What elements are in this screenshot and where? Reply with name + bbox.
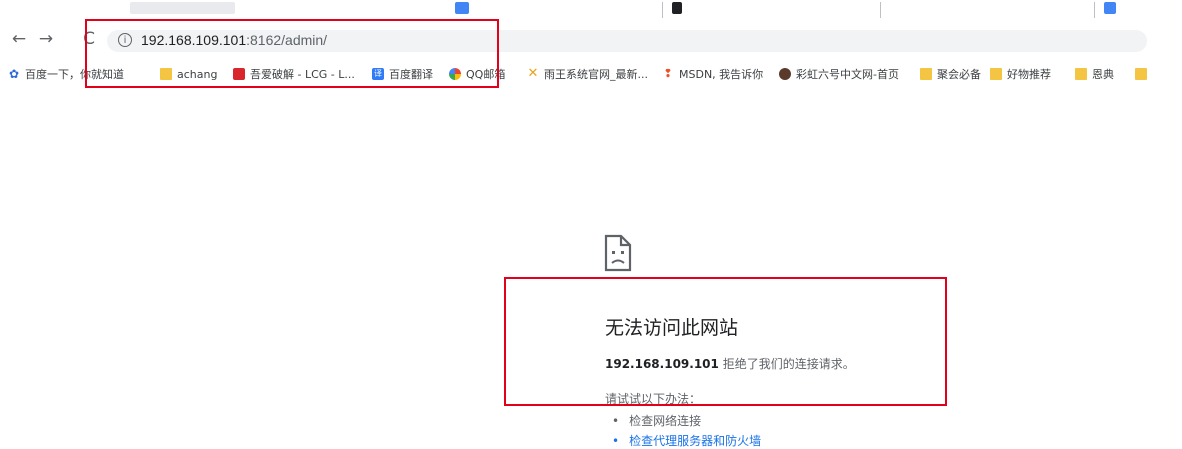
highlight-box-error [504,277,947,406]
sad-page-icon [604,234,632,272]
bookmark-label: 好物推荐 [1007,68,1051,81]
bookmark-folder-party[interactable]: 聚会必备 [920,64,981,84]
tab-fragment[interactable] [130,2,235,14]
msdn-icon: ❢ [663,67,673,80]
rainbow-six-icon [779,68,791,80]
bookmark-folder-overflow[interactable] [1135,64,1152,84]
back-arrow-icon[interactable]: ← [8,28,30,50]
bookmark-label: 恩典 [1092,68,1114,81]
bookmark-label: 聚会必备 [937,68,981,81]
tab-separator [880,2,881,18]
suggestion-item: 检查网络连接 [612,413,701,429]
baidu-icon: ✿ [8,67,20,81]
bookmark-label: MSDN, 我告诉你 [679,68,764,81]
system-site-icon: ✕ [527,66,539,81]
highlight-box-address [85,19,499,88]
tab-separator [662,2,663,18]
tab-separator [1094,2,1095,18]
folder-icon [1075,68,1087,80]
bookmark-label: 彩虹六号中文网-首页 [796,68,899,81]
bookmark-rainbow-six[interactable]: 彩虹六号中文网-首页 [779,64,899,84]
folder-icon [990,68,1002,80]
tab-favicon-fragment [672,2,682,14]
suggestion-item[interactable]: 检查代理服务器和防火墙 [612,433,761,449]
tab-favicon-fragment [455,2,469,14]
folder-icon [920,68,932,80]
bookmark-folder-grace[interactable]: 恩典 [1075,64,1114,84]
bookmark-system-site[interactable]: ✕ 雨王系统官网_最新... [527,64,648,84]
bookmark-folder-recommend[interactable]: 好物推荐 [990,64,1051,84]
folder-icon [1135,68,1147,80]
bookmark-msdn[interactable]: ❢ MSDN, 我告诉你 [662,64,763,84]
tab-favicon-fragment [1104,2,1116,14]
forward-arrow-icon[interactable]: → [35,28,57,50]
bookmark-label: 雨王系统官网_最新... [544,68,648,81]
